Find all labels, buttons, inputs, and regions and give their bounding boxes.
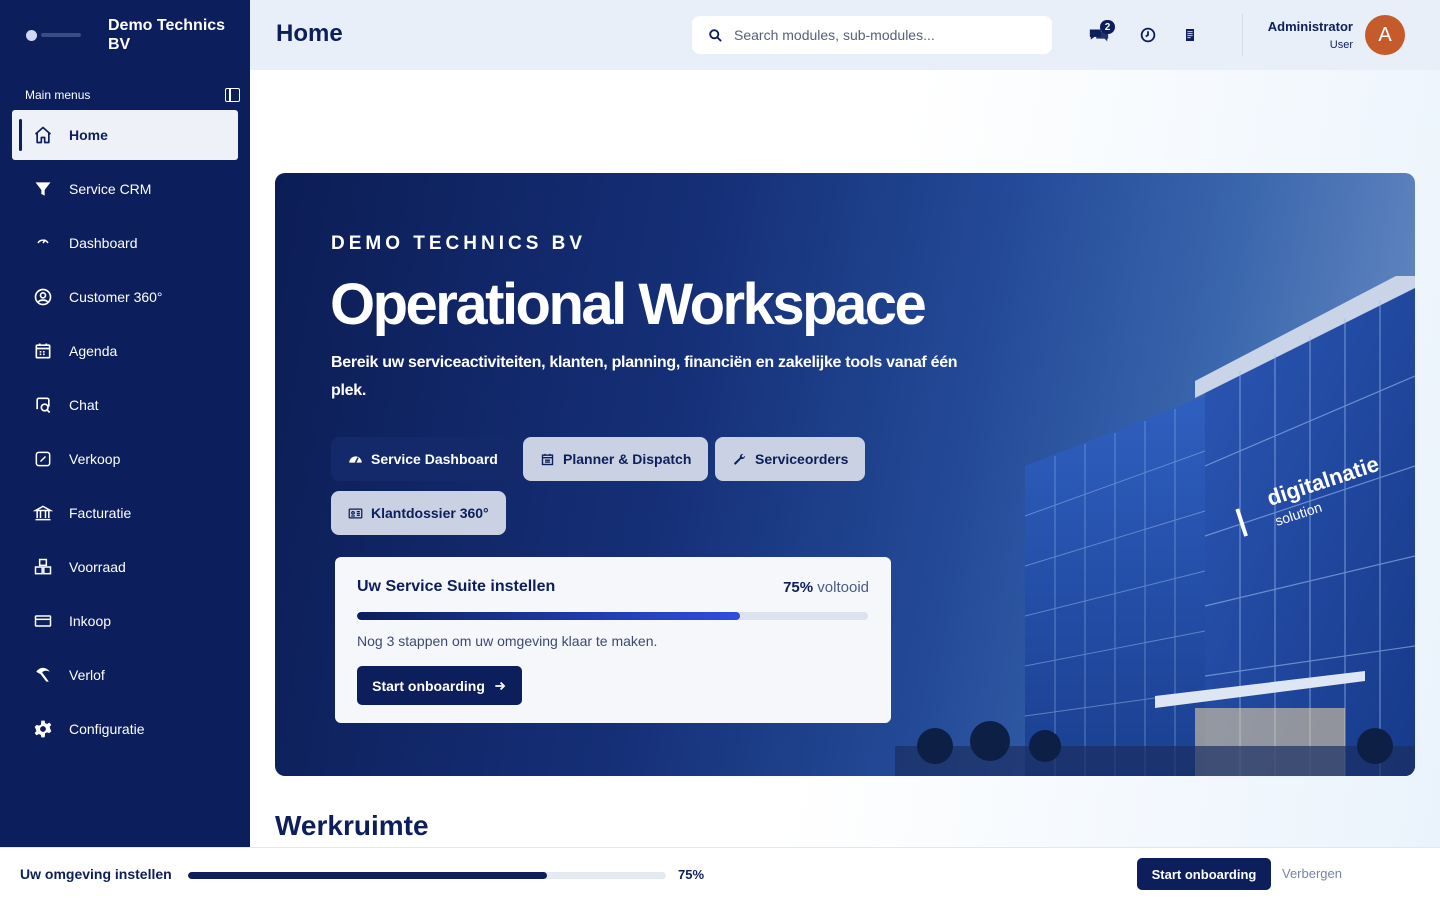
sidebar-item-label: Configuratie: [69, 721, 145, 737]
sidebar-item-home[interactable]: Home: [12, 110, 238, 160]
brand: Demo Technics BV: [0, 0, 250, 70]
sidebar-item-facturatie[interactable]: Facturatie: [12, 488, 238, 538]
search-box[interactable]: [692, 16, 1052, 54]
sidebar-collapse-icon[interactable]: [225, 88, 240, 102]
search-icon: [709, 28, 722, 42]
sidebar-item-label: Verkoop: [69, 451, 121, 467]
gauge-icon: [32, 232, 54, 254]
gear-icon: [32, 718, 54, 740]
hero-eyebrow: DEMO TECHNICS BV: [331, 233, 587, 254]
suite-percent-value: 75%: [783, 579, 814, 596]
hide-button[interactable]: Verbergen: [1282, 866, 1342, 881]
leave-icon: [32, 664, 54, 686]
user-role: User: [1329, 39, 1353, 51]
section-title-werkruimte: Werkruimte: [275, 810, 429, 841]
card-icon: [32, 610, 54, 632]
sidebar-item-dashboard[interactable]: Dashboard: [12, 218, 238, 268]
suite-percent-suffix: voltooid: [817, 579, 869, 596]
document-icon[interactable]: [1179, 24, 1201, 46]
sidebar-item-chat[interactable]: Chat: [12, 380, 238, 430]
sidebar: Demo Technics BV Main menus Home Service…: [0, 0, 250, 847]
hero-banner: | digitalnatie solution DEMO TECHNICS BV…: [275, 173, 1415, 776]
sidebar-item-label: Verlof: [69, 667, 105, 683]
bottom-progress-bar: [188, 872, 666, 879]
hero-title: Operational Workspace: [330, 272, 927, 337]
sidebar-item-label: Agenda: [69, 343, 118, 359]
sidebar-item-label: Facturatie: [69, 505, 132, 521]
clock-icon[interactable]: [1137, 24, 1159, 46]
sidebar-item-label: Home: [69, 127, 108, 143]
sidebar-item-voorraad[interactable]: Voorraad: [12, 542, 238, 592]
sidebar-item-label: Service CRM: [69, 181, 152, 197]
onboarding-bottom-bar: Uw omgeving instellen 75% Start onboardi…: [0, 847, 1440, 900]
sidebar-item-verkoop[interactable]: Verkoop: [12, 434, 238, 484]
home-icon: [32, 124, 54, 146]
company-logo: [26, 28, 84, 42]
sidebar-item-label: Inkoop: [69, 613, 112, 629]
funnel-icon: [32, 178, 54, 200]
sidebar-item-service-crm[interactable]: Service CRM: [12, 164, 238, 214]
sidebar-item-label: Chat: [69, 397, 99, 413]
suite-title: Uw Service Suite instellen: [357, 578, 556, 595]
sales-icon: [32, 448, 54, 470]
arrow-right-icon: [495, 681, 506, 690]
service-dashboard-button[interactable]: Service Dashboard: [331, 437, 515, 481]
button-label: Service Dashboard: [371, 451, 498, 467]
sidebar-item-inkoop[interactable]: Inkoop: [12, 596, 238, 646]
suite-progress-fill: [357, 612, 741, 620]
sidebar-item-customer-360[interactable]: Customer 360°: [12, 272, 238, 322]
bottom-start-onboarding-button[interactable]: Start onboarding: [1137, 858, 1271, 890]
menu-section-label: Main menus: [25, 88, 91, 102]
search-input[interactable]: [734, 27, 1014, 43]
setup-suite-card: Uw Service Suite instellen 75% voltooid …: [335, 557, 891, 723]
sidebar-item-agenda[interactable]: Agenda: [12, 326, 238, 376]
button-label: Klantdossier 360°: [371, 505, 489, 521]
chat-notifications-icon[interactable]: 2: [1088, 20, 1115, 46]
office-building-image: | digitalnatie solution: [895, 276, 1415, 776]
menu-header: Main menus: [25, 86, 240, 104]
id-card-icon: [348, 508, 363, 518]
bottom-progress-fill: [188, 872, 547, 879]
top-header: Home 2 Administrator User A: [250, 0, 1440, 70]
button-label: Start onboarding: [372, 677, 485, 694]
sidebar-item-label: Dashboard: [69, 235, 138, 251]
chat-badge: 2: [1100, 20, 1115, 34]
hero-subtitle: Bereik uw serviceactiviteiten, klanten, …: [331, 354, 958, 399]
suite-note: Nog 3 stappen om uw omgeving klaar te ma…: [357, 633, 658, 649]
bottom-progress-percent: 75%: [678, 867, 705, 882]
avatar[interactable]: A: [1365, 15, 1405, 55]
sidebar-item-verlof[interactable]: Verlof: [12, 650, 238, 700]
calendar-icon: [541, 453, 554, 465]
wrench-icon: [734, 453, 746, 465]
user-circle-icon: [32, 286, 54, 308]
page-title: Home: [276, 20, 343, 47]
company-name: Demo Technics BV: [108, 17, 226, 53]
klantdossier-button[interactable]: Klantdossier 360°: [331, 491, 506, 535]
bottom-bar-label: Uw omgeving instellen: [20, 866, 172, 882]
button-label: Planner & Dispatch: [563, 451, 692, 467]
suite-progress-bar: [357, 612, 868, 620]
suite-percent: 75% voltooid: [783, 579, 869, 596]
serviceorders-button[interactable]: Serviceorders: [715, 437, 866, 481]
sidebar-nav: Home Service CRM Dashboard Customer 360°…: [12, 110, 238, 758]
gauge-icon: [349, 455, 362, 463]
planner-dispatch-button[interactable]: Planner & Dispatch: [523, 437, 709, 481]
bank-icon: [32, 502, 54, 524]
sidebar-item-configuratie[interactable]: Configuratie: [12, 704, 238, 754]
calendar-icon: [32, 340, 54, 362]
header-divider: [1242, 14, 1243, 56]
boxes-icon: [32, 556, 54, 578]
button-label: Serviceorders: [755, 451, 849, 467]
chat-icon: [32, 394, 54, 416]
sidebar-item-label: Voorraad: [69, 559, 126, 575]
user-name[interactable]: Administrator: [1268, 19, 1353, 34]
sidebar-item-label: Customer 360°: [69, 289, 163, 305]
start-onboarding-button[interactable]: Start onboarding: [357, 666, 522, 705]
